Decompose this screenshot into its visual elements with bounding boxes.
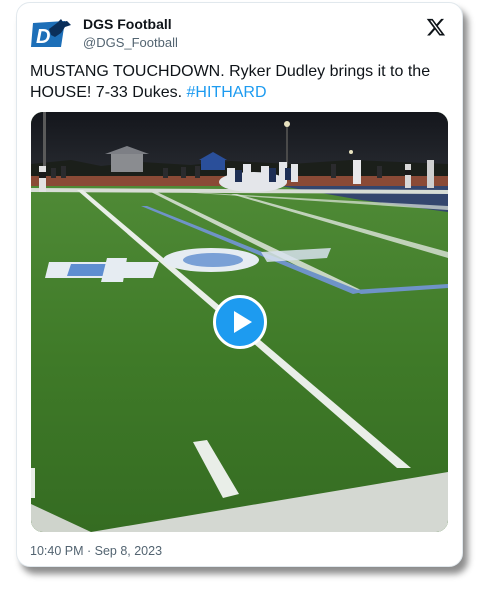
- hashtag-link[interactable]: #HITHARD: [187, 84, 267, 101]
- x-logo-icon[interactable]: [426, 17, 446, 37]
- handle[interactable]: @DGS_Football: [83, 34, 178, 52]
- play-button[interactable]: [213, 295, 267, 349]
- timestamp[interactable]: 10:40 PM · Sep 8, 2023: [30, 542, 162, 560]
- mustang-logo-icon: D: [31, 19, 71, 48]
- name-block: DGS Football @DGS_Football: [83, 15, 178, 52]
- video-player[interactable]: [31, 112, 448, 532]
- play-icon: [234, 311, 252, 333]
- tweet-header: D DGS Football @DGS_Football: [31, 15, 448, 55]
- avatar[interactable]: D: [31, 19, 71, 49]
- display-name[interactable]: DGS Football: [83, 15, 178, 33]
- tweet-text: MUSTANG TOUCHDOWN. Ryker Dudley brings i…: [30, 61, 450, 103]
- svg-text:D: D: [36, 26, 50, 48]
- tweet-card[interactable]: D DGS Football @DGS_Football MUSTANG TOU…: [16, 2, 463, 567]
